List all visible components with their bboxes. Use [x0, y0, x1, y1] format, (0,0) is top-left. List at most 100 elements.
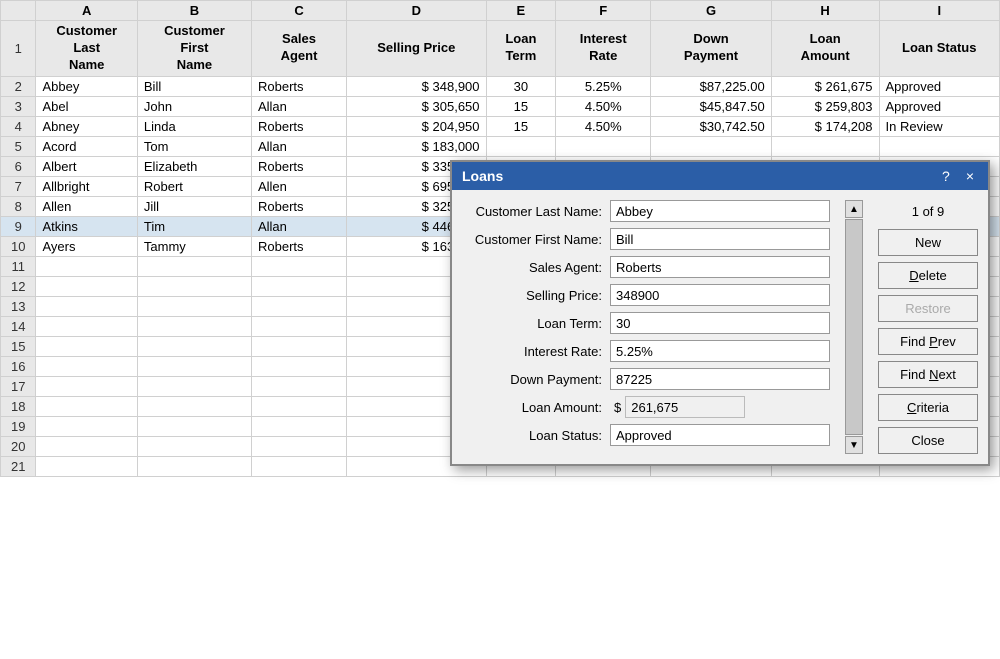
cell-r17-b[interactable] — [137, 376, 251, 396]
table-row[interactable]: 3AbelJohnAllan$ 305,650154.50%$45,847.50… — [1, 96, 1000, 116]
col-header-d[interactable]: D — [347, 1, 486, 21]
table-row[interactable]: 2AbbeyBillRoberts$ 348,900305.25%$87,225… — [1, 76, 1000, 96]
cell-r4-b[interactable]: Linda — [137, 116, 251, 136]
cell-r20-b[interactable] — [137, 436, 251, 456]
cell-r6-b[interactable]: Elizabeth — [137, 156, 251, 176]
cell-r21-b[interactable] — [137, 456, 251, 476]
col-header-e[interactable]: E — [486, 1, 556, 21]
cell-r7-c[interactable]: Allen — [251, 176, 346, 196]
loan-status-input[interactable] — [610, 424, 830, 446]
col-header-c[interactable]: C — [251, 1, 346, 21]
cell-r4-g[interactable]: $30,742.50 — [651, 116, 771, 136]
cell-r21-c[interactable] — [251, 456, 346, 476]
cell-r9-b[interactable]: Tim — [137, 216, 251, 236]
dialog-scrollbar[interactable]: ▲ ▼ — [844, 200, 864, 454]
sales-agent-input[interactable] — [610, 256, 830, 278]
restore-button[interactable]: Restore — [878, 295, 978, 322]
cell-r4-f[interactable]: 4.50% — [556, 116, 651, 136]
find-next-button[interactable]: Find Next — [878, 361, 978, 388]
cell-r12-a[interactable] — [36, 276, 137, 296]
cell-r5-d[interactable]: $ 183,000 — [347, 136, 486, 156]
cell-r18-a[interactable] — [36, 396, 137, 416]
cell-r2-b[interactable]: Bill — [137, 76, 251, 96]
cell-r4-i[interactable]: In Review — [879, 116, 1000, 136]
cell-r19-b[interactable] — [137, 416, 251, 436]
cell-r5-g[interactable] — [651, 136, 771, 156]
cell-r14-a[interactable] — [36, 316, 137, 336]
cell-r2-c[interactable]: Roberts — [251, 76, 346, 96]
cell-r14-b[interactable] — [137, 316, 251, 336]
cell-r3-c[interactable]: Allan — [251, 96, 346, 116]
cell-r3-a[interactable]: Abel — [36, 96, 137, 116]
cell-r16-c[interactable] — [251, 356, 346, 376]
cell-r3-f[interactable]: 4.50% — [556, 96, 651, 116]
cell-r2-e[interactable]: 30 — [486, 76, 556, 96]
cell-r2-d[interactable]: $ 348,900 — [347, 76, 486, 96]
cell-r8-a[interactable]: Allen — [36, 196, 137, 216]
cell-r16-a[interactable] — [36, 356, 137, 376]
cell-r19-a[interactable] — [36, 416, 137, 436]
cell-r7-a[interactable]: Allbright — [36, 176, 137, 196]
cell-r15-b[interactable] — [137, 336, 251, 356]
scroll-track[interactable] — [845, 219, 863, 435]
find-prev-button[interactable]: Find Prev — [878, 328, 978, 355]
cell-r17-c[interactable] — [251, 376, 346, 396]
new-button[interactable]: New — [878, 229, 978, 256]
cell-r3-b[interactable]: John — [137, 96, 251, 116]
cell-r5-a[interactable]: Acord — [36, 136, 137, 156]
cell-r20-a[interactable] — [36, 436, 137, 456]
cell-r5-e[interactable] — [486, 136, 556, 156]
last-name-input[interactable] — [610, 200, 830, 222]
cell-r10-c[interactable]: Roberts — [251, 236, 346, 256]
cell-r5-f[interactable] — [556, 136, 651, 156]
cell-r7-b[interactable]: Robert — [137, 176, 251, 196]
cell-r5-b[interactable]: Tom — [137, 136, 251, 156]
scroll-down-arrow[interactable]: ▼ — [845, 436, 863, 454]
cell-r8-b[interactable]: Jill — [137, 196, 251, 216]
cell-r14-c[interactable] — [251, 316, 346, 336]
cell-r5-h[interactable] — [771, 136, 879, 156]
cell-r18-b[interactable] — [137, 396, 251, 416]
close-button[interactable]: Close — [878, 427, 978, 454]
col-header-a[interactable]: A — [36, 1, 137, 21]
cell-r10-b[interactable]: Tammy — [137, 236, 251, 256]
col-header-h[interactable]: H — [771, 1, 879, 21]
cell-r16-b[interactable] — [137, 356, 251, 376]
cell-r6-c[interactable]: Roberts — [251, 156, 346, 176]
cell-r15-c[interactable] — [251, 336, 346, 356]
loan-term-input[interactable] — [610, 312, 830, 334]
table-row[interactable]: 4AbneyLindaRoberts$ 204,950154.50%$30,74… — [1, 116, 1000, 136]
cell-r18-c[interactable] — [251, 396, 346, 416]
cell-r11-c[interactable] — [251, 256, 346, 276]
col-header-f[interactable]: F — [556, 1, 651, 21]
cell-r10-a[interactable]: Ayers — [36, 236, 137, 256]
cell-r9-a[interactable]: Atkins — [36, 216, 137, 236]
cell-r13-c[interactable] — [251, 296, 346, 316]
cell-r2-a[interactable]: Abbey — [36, 76, 137, 96]
selling-price-input[interactable] — [610, 284, 830, 306]
cell-r3-h[interactable]: $ 259,803 — [771, 96, 879, 116]
cell-r19-c[interactable] — [251, 416, 346, 436]
cell-r8-c[interactable]: Roberts — [251, 196, 346, 216]
table-row[interactable]: 5AcordTomAllan$ 183,000 — [1, 136, 1000, 156]
cell-r3-g[interactable]: $45,847.50 — [651, 96, 771, 116]
cell-r3-d[interactable]: $ 305,650 — [347, 96, 486, 116]
cell-r13-b[interactable] — [137, 296, 251, 316]
cell-r4-d[interactable]: $ 204,950 — [347, 116, 486, 136]
delete-button[interactable]: Delete — [878, 262, 978, 289]
cell-r12-c[interactable] — [251, 276, 346, 296]
interest-rate-input[interactable] — [610, 340, 830, 362]
dialog-help-button[interactable]: ? — [938, 168, 954, 184]
col-header-i[interactable]: I — [879, 1, 1000, 21]
cell-r11-b[interactable] — [137, 256, 251, 276]
cell-r4-a[interactable]: Abney — [36, 116, 137, 136]
cell-r15-a[interactable] — [36, 336, 137, 356]
cell-r2-f[interactable]: 5.25% — [556, 76, 651, 96]
criteria-button[interactable]: Criteria — [878, 394, 978, 421]
cell-r5-c[interactable]: Allan — [251, 136, 346, 156]
cell-r3-i[interactable]: Approved — [879, 96, 1000, 116]
cell-r4-c[interactable]: Roberts — [251, 116, 346, 136]
cell-r20-c[interactable] — [251, 436, 346, 456]
down-payment-input[interactable] — [610, 368, 830, 390]
cell-r3-e[interactable]: 15 — [486, 96, 556, 116]
